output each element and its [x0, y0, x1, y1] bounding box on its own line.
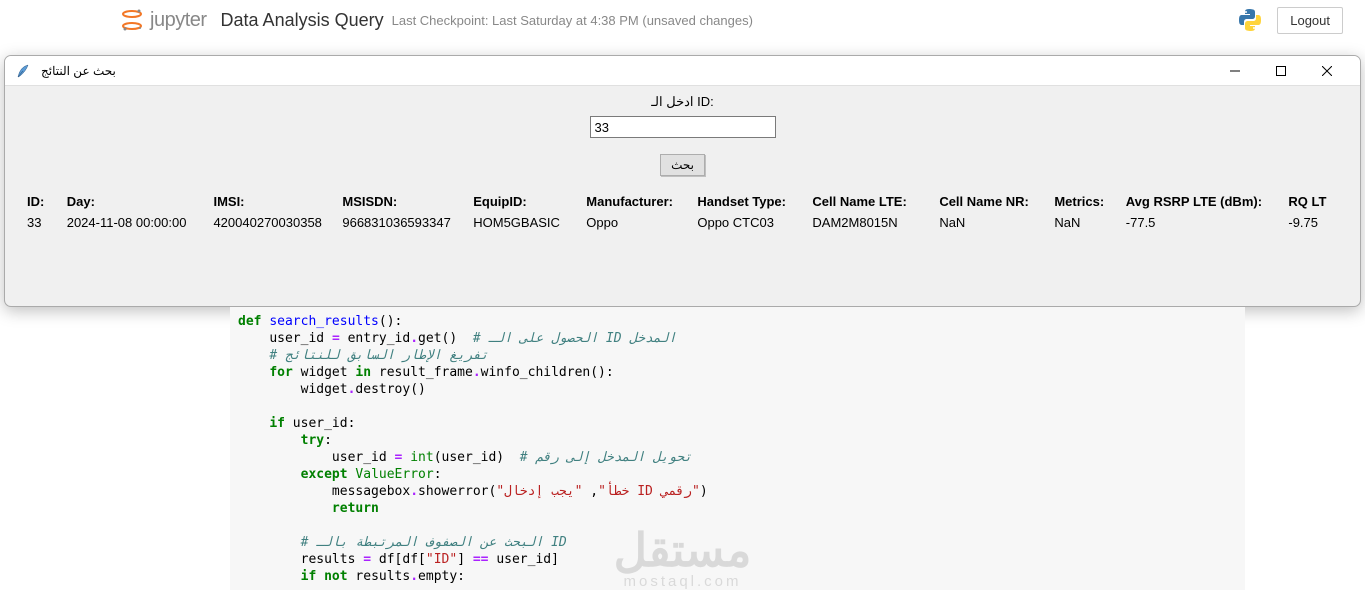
- tk-feather-icon: [15, 63, 31, 79]
- col-header: Handset Type:: [697, 194, 802, 209]
- tk-titlebar[interactable]: بحث عن النتائج: [5, 56, 1360, 86]
- col-header: Metrics:: [1054, 194, 1115, 209]
- col-header: Cell Name LTE:: [812, 194, 929, 209]
- checkpoint-text: Last Checkpoint: Last Saturday at 4:38 P…: [392, 13, 753, 28]
- id-entry-input[interactable]: [590, 116, 776, 138]
- col-value: 966831036593347: [342, 215, 463, 230]
- col-header: RQ LT: [1288, 194, 1328, 209]
- close-button[interactable]: [1304, 56, 1350, 86]
- jupyter-text: jupyter: [150, 9, 207, 32]
- minimize-button[interactable]: [1212, 56, 1258, 86]
- result-col: Manufacturer: Oppo: [586, 194, 697, 230]
- code-cell[interactable]: def search_results(): user_id = entry_id…: [230, 307, 1245, 590]
- result-col: Handset Type: Oppo CTC03: [697, 194, 812, 230]
- tk-window-title: بحث عن النتائج: [39, 64, 1212, 78]
- col-header: Day:: [67, 194, 204, 209]
- col-value: NaN: [1054, 215, 1115, 230]
- result-col: Cell Name NR: NaN: [939, 194, 1054, 230]
- logout-button[interactable]: Logout: [1277, 7, 1343, 34]
- col-header: MSISDN:: [342, 194, 463, 209]
- col-value: 2024-11-08 00:00:00: [67, 215, 204, 230]
- result-col: EquipID: HOM5GBASIC: [473, 194, 586, 230]
- result-col: Cell Name LTE: DAM2M8015N: [812, 194, 939, 230]
- col-header: Avg RSRP LTE (dBm):: [1126, 194, 1279, 209]
- col-header: ID:: [27, 194, 57, 209]
- result-col: Metrics: NaN: [1054, 194, 1125, 230]
- col-value: 420040270030358: [213, 215, 332, 230]
- result-col: Avg RSRP LTE (dBm): -77.5: [1126, 194, 1289, 230]
- col-header: Cell Name NR:: [939, 194, 1044, 209]
- result-col: RQ LT -9.75: [1288, 194, 1338, 230]
- col-value: DAM2M8015N: [812, 215, 929, 230]
- result-col: Day: 2024-11-08 00:00:00: [67, 194, 214, 230]
- notebook-name[interactable]: Data Analysis Query: [221, 10, 384, 31]
- result-row: ID: 33 Day: 2024-11-08 00:00:00 IMSI: 4200402…: [5, 194, 1360, 230]
- col-value: Oppo CTC03: [697, 215, 802, 230]
- search-button[interactable]: بحث: [660, 154, 705, 176]
- tk-window: بحث عن النتائج ادخل الـ ID: بحث ID: 33 Day…: [4, 55, 1361, 307]
- python-icon: [1237, 7, 1263, 33]
- col-header: IMSI:: [213, 194, 332, 209]
- col-header: EquipID:: [473, 194, 576, 209]
- jupyter-logo[interactable]: jupyter: [120, 8, 207, 32]
- col-header: Manufacturer:: [586, 194, 687, 209]
- col-value: NaN: [939, 215, 1044, 230]
- maximize-button[interactable]: [1258, 56, 1304, 86]
- col-value: Oppo: [586, 215, 687, 230]
- result-col: MSISDN: 966831036593347: [342, 194, 473, 230]
- jupyter-icon: [120, 8, 144, 32]
- jupyter-header: jupyter Data Analysis Query Last Checkpo…: [0, 0, 1365, 38]
- col-value: HOM5GBASIC: [473, 215, 576, 230]
- result-col: IMSI: 420040270030358: [213, 194, 342, 230]
- col-value: -77.5: [1126, 215, 1279, 230]
- col-value: 33: [27, 215, 57, 230]
- result-col: ID: 33: [27, 194, 67, 230]
- col-value: -9.75: [1288, 215, 1328, 230]
- id-prompt-label: ادخل الـ ID:: [651, 94, 714, 110]
